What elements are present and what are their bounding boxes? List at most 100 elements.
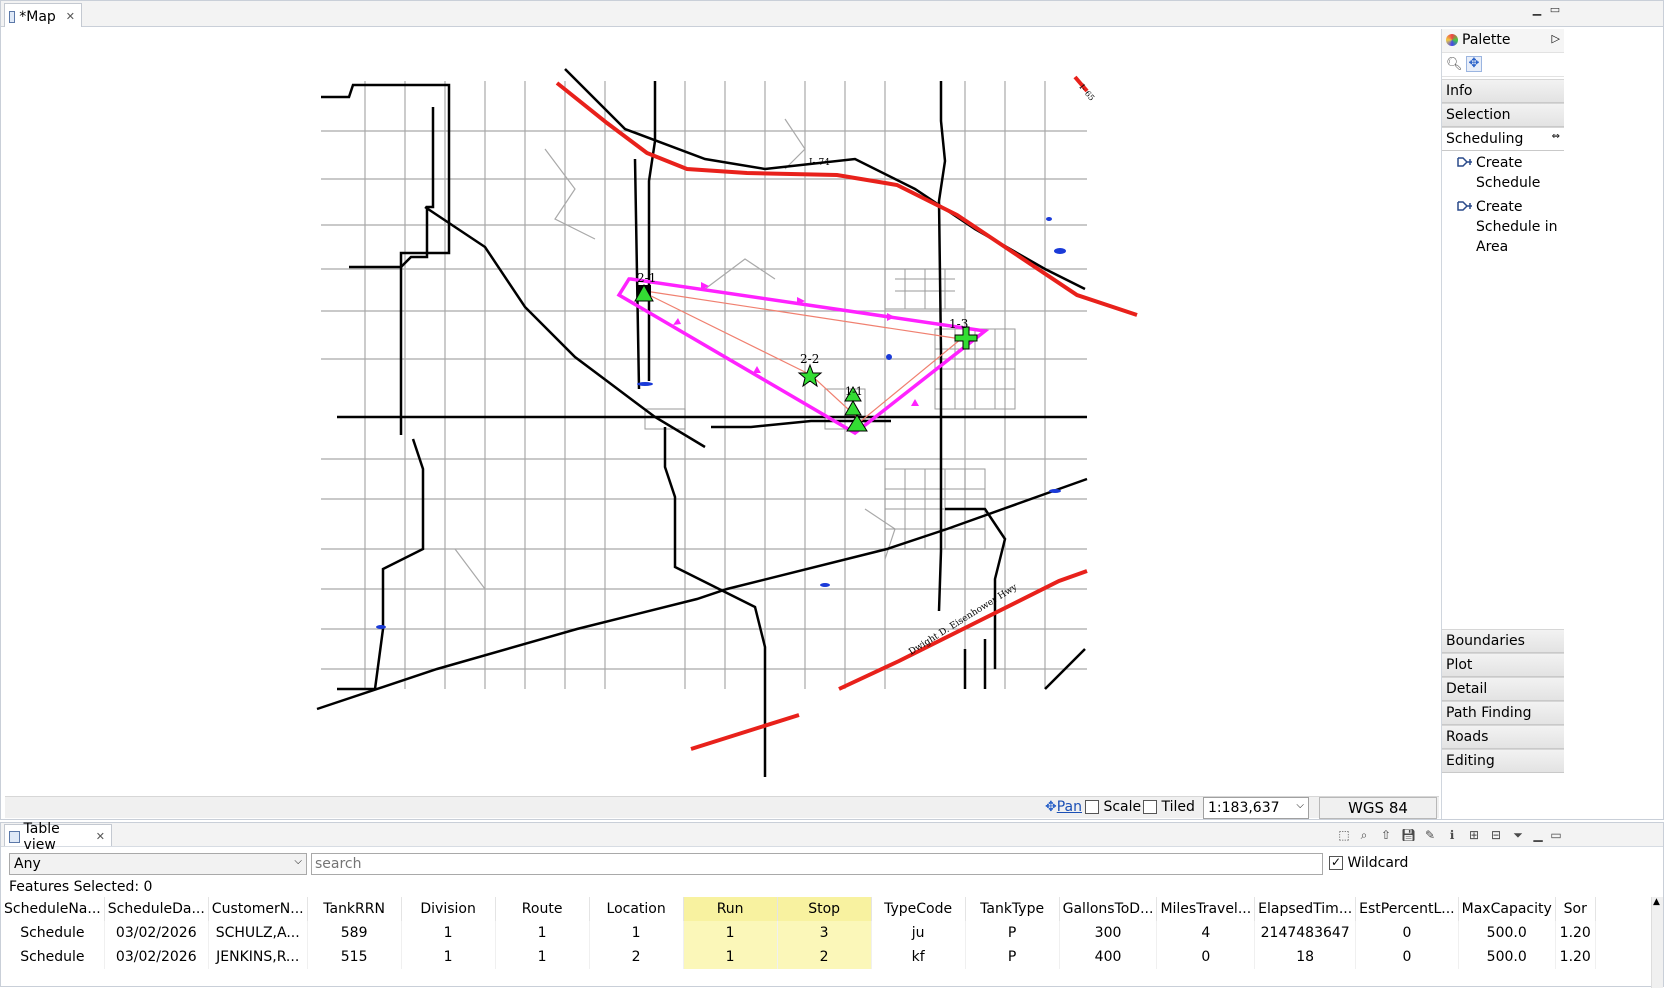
- close-icon[interactable]: ✕: [66, 10, 75, 23]
- save-icon[interactable]: 💾︎: [1401, 828, 1416, 842]
- drawer-selection[interactable]: Selection: [1442, 103, 1564, 127]
- select-all-icon[interactable]: ⬚: [1337, 828, 1351, 842]
- drawer-plot[interactable]: Plot: [1442, 653, 1564, 677]
- column-header[interactable]: TankType: [965, 897, 1060, 921]
- zoom-tool-icon[interactable]: 🔍︎: [1446, 57, 1463, 72]
- column-header[interactable]: Route: [495, 897, 590, 921]
- cell: 18: [1254, 945, 1357, 969]
- add-column-icon[interactable]: ⊞: [1467, 828, 1481, 842]
- cell: 589: [307, 921, 402, 945]
- column-header[interactable]: Stop: [777, 897, 872, 921]
- cell: P: [965, 945, 1060, 969]
- column-header[interactable]: Sor: [1555, 897, 1596, 921]
- pan-link[interactable]: Pan: [1057, 799, 1082, 815]
- map-tab[interactable]: *Map ✕: [4, 3, 82, 27]
- collapse-palette-icon[interactable]: ▷: [1552, 32, 1560, 45]
- cell: SCHULZ,A...: [208, 921, 308, 945]
- search-input[interactable]: [311, 853, 1323, 875]
- table-header-row: ScheduleNa... ScheduleDa... CustomerN...…: [1, 897, 1596, 921]
- table-row[interactable]: Schedule 03/02/2026 JENKINS,R... 515 1 1…: [1, 945, 1596, 969]
- column-header[interactable]: ScheduleDa...: [104, 897, 209, 921]
- scroll-up-icon[interactable]: ▲: [1653, 897, 1660, 907]
- close-icon[interactable]: ✕: [96, 830, 105, 843]
- maximize-icon[interactable]: ▭: [1549, 4, 1561, 15]
- table-scrollbar[interactable]: ▲: [1651, 897, 1663, 988]
- minimize-icon[interactable]: ▁: [1531, 4, 1543, 15]
- cell: ju: [871, 921, 966, 945]
- schedule-area-tool-icon: [1456, 199, 1474, 213]
- scale-checkbox[interactable]: [1085, 800, 1099, 814]
- info-icon[interactable]: ℹ: [1445, 828, 1459, 842]
- column-header[interactable]: MaxCapacity: [1458, 897, 1556, 921]
- cell: JENKINS,R...: [208, 945, 308, 969]
- table-view-tab[interactable]: Table view ✕: [4, 821, 112, 853]
- drawer-scheduling-label: Scheduling: [1446, 131, 1524, 147]
- attribute-filter-value: Any: [14, 856, 41, 872]
- pan-mode[interactable]: ✥Pan: [1045, 799, 1082, 815]
- column-header[interactable]: GallonsToD...: [1059, 897, 1158, 921]
- tiled-toggle[interactable]: Tiled: [1143, 799, 1195, 815]
- drawer-editing[interactable]: Editing: [1442, 749, 1564, 773]
- table-view-tab-bar: Table view ✕ ⬚ ⌕ ⇧ 💾︎ ✎ ℹ ⊞ ⊟ ⏷ ▁ ▭: [1, 821, 1663, 853]
- drawer-scheduling[interactable]: Scheduling ⇔: [1442, 127, 1564, 151]
- zoom-to-selection-icon[interactable]: ⌕: [1357, 828, 1371, 842]
- create-schedule-tool[interactable]: Create Schedule: [1456, 153, 1560, 193]
- column-header-sorted[interactable]: Run: [683, 897, 778, 921]
- drawer-roads[interactable]: Roads: [1442, 725, 1564, 749]
- attribute-filter-select[interactable]: Any ⌵: [9, 853, 307, 875]
- edit-icon[interactable]: ✎: [1423, 828, 1437, 842]
- map-svg[interactable]: I- 74 I- 65 Dwight D. Eisenhower Hwy 2-1…: [5, 29, 1439, 794]
- cell: 1: [495, 945, 590, 969]
- maximize-icon[interactable]: ▭: [1549, 828, 1563, 842]
- cell: 1: [401, 945, 496, 969]
- palette-title: Palette: [1462, 32, 1511, 48]
- filter-icon[interactable]: ⏷: [1511, 828, 1525, 842]
- stop-label: 2-1: [637, 271, 656, 285]
- wildcard-checkbox[interactable]: ✓: [1329, 856, 1343, 870]
- drawer-path-finding[interactable]: Path Finding: [1442, 701, 1564, 725]
- remove-column-icon[interactable]: ⊟: [1489, 828, 1503, 842]
- attribute-table[interactable]: ScheduleNa... ScheduleDa... CustomerN...…: [1, 897, 1651, 988]
- palette-icon: [1446, 34, 1458, 46]
- crs-button[interactable]: WGS 84: [1319, 797, 1437, 819]
- cell: 0: [1156, 945, 1256, 969]
- column-header[interactable]: TypeCode: [871, 897, 966, 921]
- tiled-checkbox[interactable]: [1143, 800, 1157, 814]
- cell: 500.0: [1458, 921, 1556, 945]
- attribute-table-grid[interactable]: ScheduleNa... ScheduleDa... CustomerN...…: [1, 897, 1596, 969]
- table-view-title: Table view: [23, 820, 60, 853]
- wildcard-toggle[interactable]: ✓ Wildcard: [1329, 855, 1408, 871]
- column-header[interactable]: EstPercentL...: [1355, 897, 1459, 921]
- minimize-icon[interactable]: ▁: [1531, 828, 1545, 842]
- column-header[interactable]: ElapsedTim...: [1254, 897, 1357, 921]
- stop-label: 1-1: [845, 385, 863, 398]
- cell: kf: [871, 945, 966, 969]
- scale-label: Scale: [1103, 799, 1142, 815]
- pan-tool-icon[interactable]: ✥: [1466, 56, 1482, 72]
- pin-icon[interactable]: ⇔: [1552, 131, 1560, 142]
- column-header[interactable]: ScheduleNa...: [1, 897, 105, 921]
- drawer-detail[interactable]: Detail: [1442, 677, 1564, 701]
- scale-combo[interactable]: 1:183,637 ⌵: [1203, 797, 1309, 819]
- drawer-boundaries[interactable]: Boundaries: [1442, 629, 1564, 653]
- chevron-down-icon: ⌵: [294, 856, 302, 867]
- drawer-info[interactable]: Info: [1442, 79, 1564, 103]
- table-row[interactable]: Schedule 03/02/2026 SCHULZ,A... 589 1 1 …: [1, 921, 1596, 945]
- cell: P: [965, 921, 1060, 945]
- cell: 1: [683, 921, 778, 945]
- column-header[interactable]: MilesTravel...: [1156, 897, 1256, 921]
- column-header[interactable]: Division: [401, 897, 496, 921]
- cell: 1: [683, 945, 778, 969]
- palette-header[interactable]: Palette ▷: [1442, 29, 1564, 53]
- scale-toggle[interactable]: Scale: [1085, 799, 1141, 815]
- map-file-icon: [9, 10, 16, 23]
- cell: Schedule: [1, 921, 105, 945]
- map-canvas[interactable]: I- 74 I- 65 Dwight D. Eisenhower Hwy 2-1…: [5, 29, 1439, 794]
- map-editor: *Map ✕ ▁ ▭ I- 74 I- 65 Dwight D. Eisenho…: [0, 0, 1664, 820]
- palette-panel: Palette ▷ 🔍︎ ✥ Info Selection Scheduling…: [1441, 29, 1663, 819]
- create-schedule-in-area-tool[interactable]: Create Schedule in Area: [1456, 197, 1560, 257]
- column-header[interactable]: Location: [589, 897, 684, 921]
- column-header[interactable]: CustomerN...: [208, 897, 308, 921]
- promote-selection-icon[interactable]: ⇧: [1379, 828, 1393, 842]
- column-header[interactable]: TankRRN: [307, 897, 402, 921]
